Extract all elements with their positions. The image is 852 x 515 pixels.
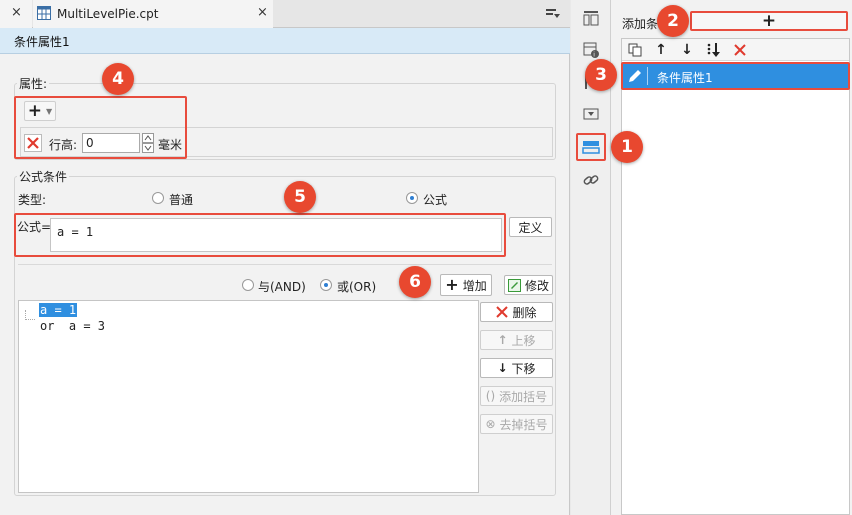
add-bracket-label: 添加括号	[499, 389, 548, 404]
remove-bracket-button[interactable]: ⊗ 去掉括号	[480, 414, 553, 434]
condition-list-item-selected[interactable]: 条件属性1	[621, 62, 850, 90]
dropdown-widget-icon[interactable]	[579, 102, 603, 126]
callout-badge-6: 6	[399, 266, 431, 298]
type-label: 类型:	[18, 193, 47, 207]
remove-attribute-button[interactable]	[24, 134, 42, 152]
formula-label: 公式=	[17, 220, 52, 234]
formula-input[interactable]: a = 1	[50, 218, 502, 252]
plus-icon: +	[761, 11, 777, 31]
dialog-title-bar: 条件属性1	[0, 28, 570, 54]
add-condition-label: 添加条	[622, 17, 659, 31]
type-formula-label: 公式	[423, 193, 448, 207]
list-item-divider	[647, 67, 648, 85]
type-normal-radio[interactable]	[152, 192, 164, 204]
logic-or-label: 或(OR)	[337, 280, 377, 294]
row-height-value: 0	[86, 136, 94, 150]
condition-item-selected[interactable]: a = 1	[39, 303, 78, 317]
type-normal-label: 普通	[169, 193, 194, 207]
remove-bracket-icon: ⊗	[485, 417, 496, 431]
dialog-title: 条件属性1	[14, 35, 70, 49]
remove-bracket-label: 去掉括号	[499, 417, 548, 432]
plus-icon: +	[445, 275, 459, 294]
logic-and-radio[interactable]	[242, 279, 254, 291]
move-down-label: 下移	[511, 361, 536, 376]
condition-attributes-icon[interactable]	[576, 133, 606, 161]
tab-multilevelpie[interactable]: MultiLevelPie.cpt ×	[33, 0, 273, 28]
modify-condition-button[interactable]: 修改	[504, 275, 553, 295]
hyperlink-icon[interactable]	[579, 168, 603, 192]
modify-label: 修改	[524, 278, 549, 293]
arrow-down-icon[interactable]: ↓	[677, 39, 697, 61]
callout-badge-2: 2	[657, 5, 689, 37]
formula-value: a = 1	[57, 225, 94, 239]
move-down-button[interactable]: ↓ 下移	[480, 358, 553, 378]
separator	[18, 264, 552, 265]
delete-x-icon[interactable]	[730, 39, 750, 61]
add-bracket-button[interactable]: () 添加括号	[480, 386, 553, 406]
callout-badge-5: 5	[284, 181, 316, 213]
copy-icon[interactable]	[625, 39, 645, 61]
callout-badge-1: 1	[611, 131, 643, 163]
type-formula-radio[interactable]	[406, 192, 418, 204]
tab-close-icon[interactable]: ×	[257, 5, 268, 20]
move-up-button[interactable]: ↑ 上移	[480, 330, 553, 350]
attributes-legend: 属性:	[19, 77, 48, 91]
define-button[interactable]: 定义	[509, 217, 552, 237]
arrow-down-icon: ↓	[497, 361, 508, 375]
delete-label: 删除	[512, 305, 537, 320]
condition-list-area	[621, 38, 850, 515]
tab-menu-icon[interactable]	[546, 8, 560, 20]
row-height-input[interactable]: 0	[82, 133, 140, 153]
move-to-bottom-icon[interactable]	[703, 39, 725, 61]
callout-badge-3: 3	[585, 59, 617, 91]
row-height-label: 行高:	[49, 138, 78, 152]
tab-close-icon[interactable]: ×	[11, 5, 22, 20]
edit-pencil-icon	[627, 68, 643, 84]
row-height-stepper[interactable]	[142, 133, 154, 153]
modify-icon	[507, 278, 521, 292]
add-condition-label: 增加	[462, 278, 487, 293]
add-condition-button[interactable]: + 增加	[440, 274, 492, 296]
arrow-up-icon: ↑	[497, 333, 508, 347]
unit-label: 毫米	[158, 138, 183, 152]
tree-connector	[25, 310, 35, 320]
tab-label: MultiLevelPie.cpt	[57, 7, 159, 21]
cell-attributes-icon[interactable]	[579, 6, 603, 30]
delete-x-icon	[27, 137, 39, 149]
conditions-list[interactable]: a = 1 or a = 3	[18, 300, 479, 493]
logic-or-radio[interactable]	[320, 279, 332, 291]
arrow-up-icon[interactable]: ↑	[651, 39, 671, 61]
add-attribute-button[interactable]: + ▼	[24, 101, 56, 121]
condition-item[interactable]: or a = 3	[40, 319, 105, 333]
logic-and-label: 与(AND)	[258, 280, 306, 294]
tab-blank[interactable]: ×	[0, 0, 32, 28]
plus-icon: +	[27, 101, 43, 121]
tab-bar: × MultiLevelPie.cpt ×	[0, 0, 570, 28]
list-item-label: 条件属性1	[657, 71, 713, 85]
delete-button[interactable]: 删除	[480, 302, 553, 322]
callout-badge-4: 4	[102, 63, 134, 95]
report-file-icon	[37, 6, 51, 20]
add-condition-attribute-button[interactable]: +	[690, 11, 848, 31]
move-up-label: 上移	[511, 333, 536, 348]
formula-condition-legend: 公式条件	[19, 170, 68, 184]
condition-list-panel: 添加条 + ↑ ↓ 条件属性1	[611, 0, 852, 515]
bracket-icon: ()	[485, 389, 496, 403]
chevron-down-icon: ▼	[46, 106, 53, 116]
delete-x-icon	[496, 306, 509, 318]
define-button-label: 定义	[518, 220, 543, 235]
